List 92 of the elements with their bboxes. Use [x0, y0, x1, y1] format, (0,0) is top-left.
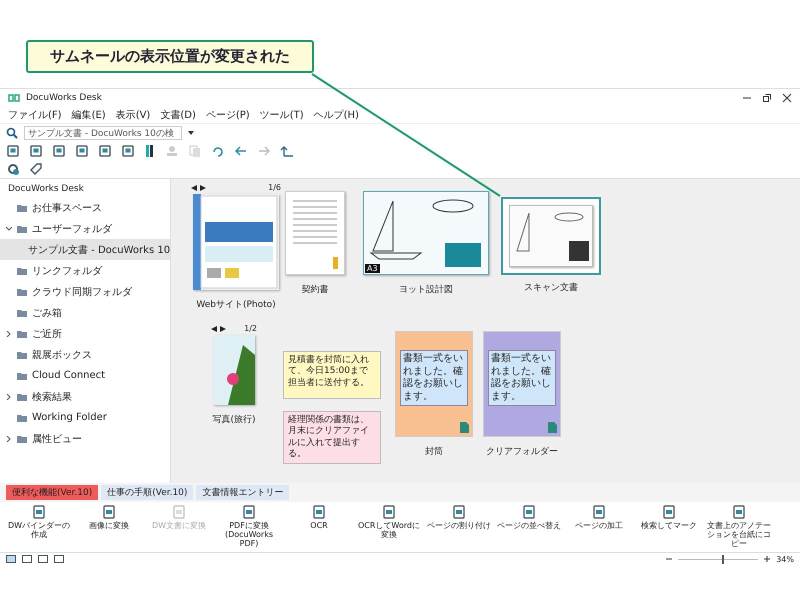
zoom-out-icon[interactable] — [666, 556, 672, 562]
folder-icon — [16, 266, 28, 276]
action-button[interactable]: 画像に変換 — [76, 505, 142, 530]
rotate-icon[interactable] — [211, 144, 225, 158]
document-thumbnail[interactable] — [501, 197, 601, 275]
sidebar-item[interactable]: Working Folder — [0, 407, 170, 428]
tab[interactable]: 便利な機能(Ver.10) — [6, 485, 98, 500]
action-button[interactable]: ページの並べ替え — [496, 505, 562, 530]
zoom-reading: 34% — [776, 554, 794, 564]
tab[interactable]: 文書情報エントリー — [196, 485, 290, 500]
page-indicator: 1/2 — [244, 324, 257, 333]
menu-item[interactable]: 編集(E) — [72, 108, 106, 122]
menu-item[interactable]: 表示(V) — [116, 108, 150, 122]
tab[interactable]: 仕事の手順(Ver.10) — [101, 485, 194, 500]
next-page-icon[interactable] — [220, 326, 226, 332]
folder-icon — [16, 224, 28, 234]
tag-icon[interactable] — [29, 162, 43, 176]
search-field[interactable]: サンプル文書 - DocuWorks 10の検 — [24, 126, 182, 140]
menu-item[interactable]: ヘルプ(H) — [314, 108, 359, 122]
chevron-right-icon[interactable] — [6, 394, 12, 400]
folder-icon — [16, 202, 28, 212]
document-label: 封筒 — [425, 446, 443, 458]
sidebar-item[interactable]: ご近所 — [0, 323, 170, 344]
sidebar-item[interactable]: 検索結果 — [0, 386, 170, 407]
action-button[interactable]: 文書上のアノテーションを台紙にコピー — [706, 505, 772, 549]
annotation-text: 書類一式をいれました。確認をお願いします。 — [488, 350, 556, 406]
action-button[interactable]: ページの加工 — [566, 505, 632, 530]
sidebar-item[interactable]: ごみ箱 — [0, 302, 170, 323]
folder-icon — [16, 412, 28, 422]
chevron-right-icon[interactable] — [6, 330, 12, 336]
document-label: ヨット設計図 — [399, 284, 453, 296]
callout-text: サムネールの表示位置が変更された — [26, 40, 314, 73]
column-icon[interactable] — [144, 144, 156, 158]
document-label: スキャン文書 — [524, 282, 578, 294]
forward-arrow-icon — [257, 144, 271, 158]
action-button[interactable]: ページの割り付け — [426, 505, 492, 530]
file-icon — [548, 422, 557, 433]
zoom-slider[interactable] — [722, 554, 724, 564]
up-arrow-icon[interactable] — [280, 144, 294, 158]
folder-icon — [16, 328, 28, 338]
sidebar-item[interactable]: クラウド同期フォルダ — [0, 281, 170, 302]
chevron-down-icon[interactable] — [6, 226, 12, 232]
folder-icon — [16, 392, 28, 402]
document-thumbnail[interactable]: A3 — [361, 189, 491, 277]
app-logo-icon — [8, 93, 20, 103]
action-button[interactable]: PDFに変換(DocuWorks PDF) — [216, 505, 282, 549]
zoom-in-icon[interactable] — [764, 556, 770, 562]
sidebar-item[interactable]: お仕事スペース — [0, 197, 170, 218]
action-button[interactable]: OCRしてWordに変換 — [356, 505, 422, 540]
restore-icon[interactable] — [762, 93, 772, 103]
document-label: Webサイト(Photo) — [196, 299, 276, 311]
sidebar-header: DocuWorks Desk — [7, 183, 85, 196]
sidebar-item[interactable]: サンプル文書 - DocuWorks 10 — [0, 239, 170, 260]
annotation-text: 書類一式をいれました。確認をお願いします。 — [400, 350, 468, 406]
document-thumbnail[interactable] — [211, 333, 257, 407]
action-button[interactable]: 検索してマーク — [636, 505, 702, 530]
sidebar-item[interactable]: 親展ボックス — [0, 344, 170, 365]
page-indicator: 1/6 — [268, 183, 281, 192]
sticky-note[interactable]: 見積書を封筒に入れて、今日15:00まで担当者に送付する。 — [283, 351, 381, 399]
previous-page-icon[interactable] — [191, 184, 197, 190]
sidebar-item[interactable]: 属性ビュー — [0, 428, 170, 449]
folder-icon — [16, 370, 28, 380]
sidebar-item[interactable]: Cloud Connect — [0, 365, 170, 386]
menu-item[interactable]: ファイル(F) — [8, 108, 62, 122]
previous-page-icon[interactable] — [211, 326, 217, 332]
document-thumbnail[interactable]: 書類一式をいれました。確認をお願いします。 — [393, 329, 475, 439]
menu-item[interactable]: ツール(T) — [260, 108, 304, 122]
back-arrow-icon[interactable] — [234, 144, 248, 158]
chevron-right-icon[interactable] — [6, 436, 12, 442]
menu-item[interactable]: 文書(D) — [160, 108, 196, 122]
folder-icon — [16, 434, 28, 444]
document-label: 写真(旅行) — [212, 414, 256, 426]
paper-size-badge: A3 — [365, 264, 380, 273]
action-button[interactable]: OCR — [286, 505, 352, 530]
file-icon — [460, 422, 469, 433]
dropdown-icon[interactable] — [188, 131, 194, 135]
document-label: クリアフォルダー — [486, 446, 558, 458]
next-page-icon[interactable] — [200, 184, 206, 190]
sticky-note[interactable]: 経理関係の書類は、月末にクリアファイルに入れて提出する。 — [283, 411, 381, 464]
document-thumbnail[interactable]: 書類一式をいれました。確認をお願いします。 — [481, 329, 563, 439]
folder-icon — [16, 308, 28, 318]
flower-photo-placeholder — [213, 335, 255, 405]
sidebar-item[interactable]: リンクフォルダ — [0, 260, 170, 281]
close-icon[interactable] — [782, 93, 792, 103]
document-label: 契約書 — [302, 284, 328, 296]
folder-icon — [16, 350, 28, 360]
sidebar-item[interactable]: ユーザーフォルダ — [0, 218, 170, 239]
menu-item[interactable]: ページ(P) — [206, 108, 250, 122]
window-title: DocuWorks Desk — [26, 93, 102, 103]
folder-icon — [16, 286, 28, 296]
action-button[interactable]: DWバインダーの作成 — [6, 505, 72, 540]
copy-icon — [188, 144, 202, 158]
